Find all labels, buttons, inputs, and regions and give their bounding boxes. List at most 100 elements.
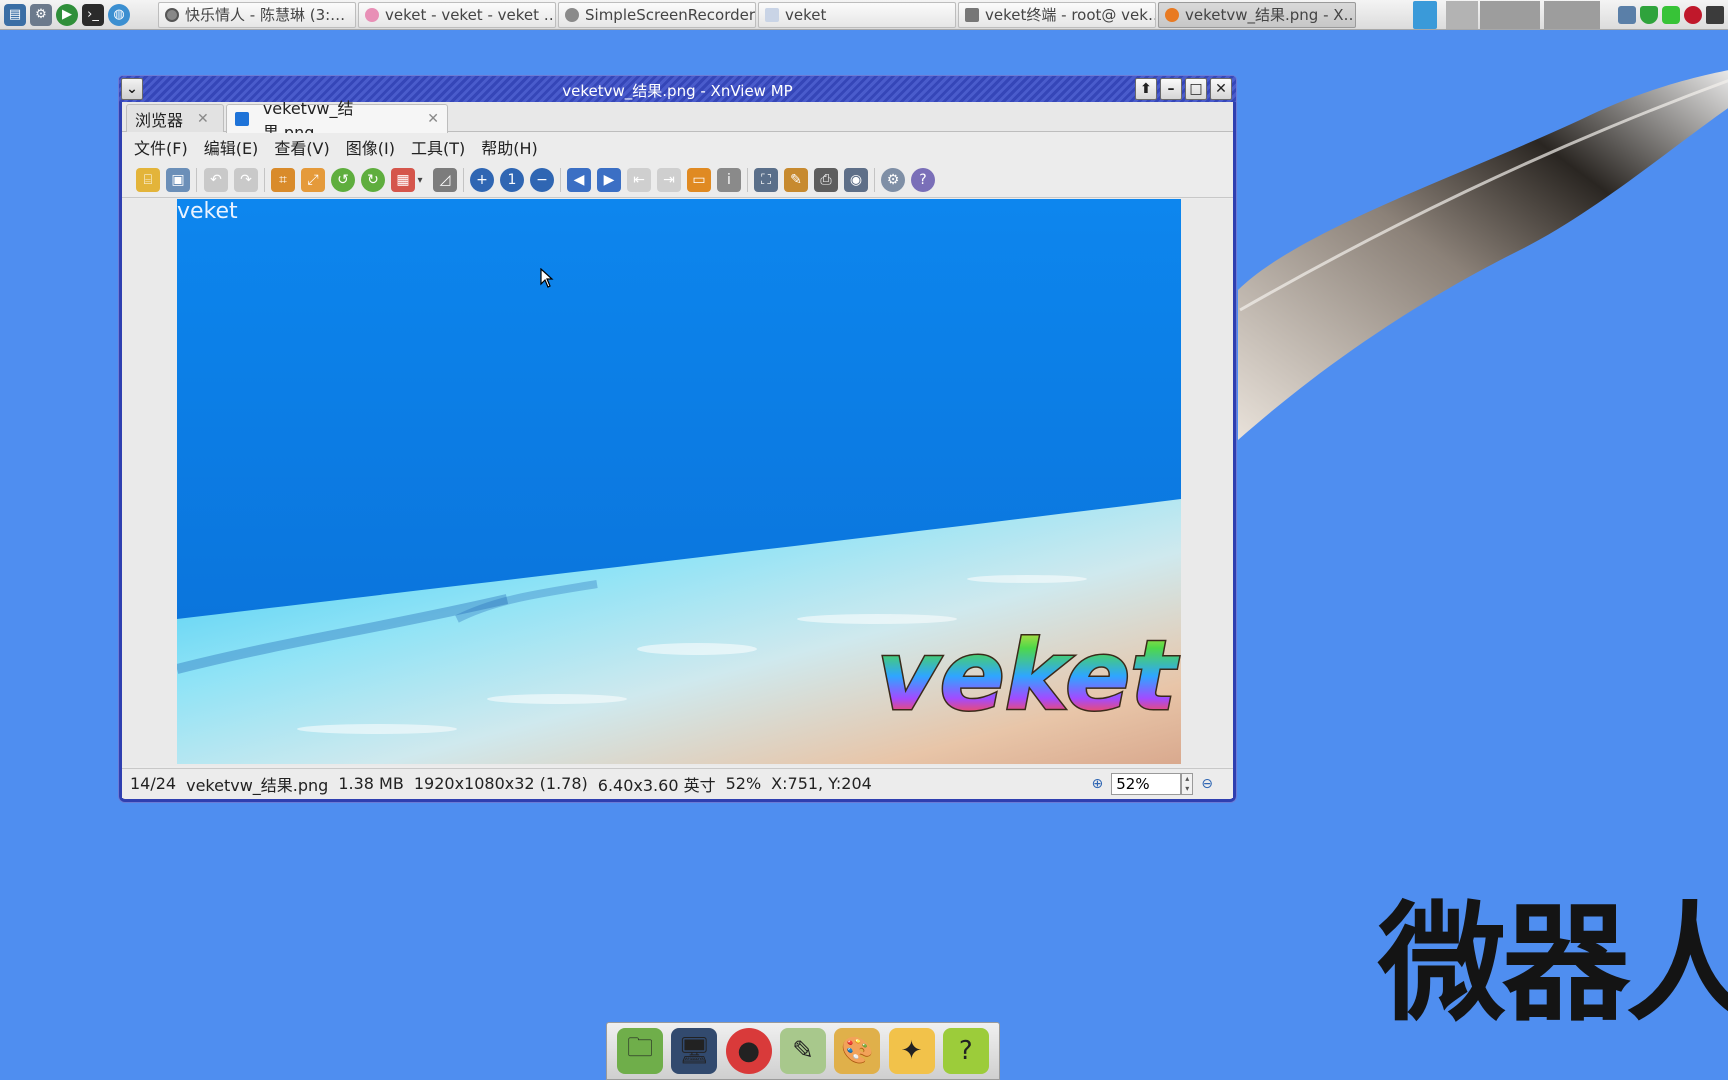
music-icon (165, 7, 179, 22)
zoom-in-icon[interactable]: + (470, 168, 494, 192)
toolbar: ⌸ ▣ ↶ ↷ ⌗ ⤢ ↺ ↻ ▦ ▾ ◿ + 1 − ◀ ▶ ⇤ ⇥ ▭ i … (122, 162, 1233, 198)
menu-image[interactable]: 图像(I) (346, 135, 395, 159)
pager-desktop-3[interactable] (1544, 1, 1600, 29)
adjust-colors-icon[interactable]: ▦ (391, 168, 415, 192)
globe-icon[interactable]: ◍ (108, 3, 130, 26)
xnview-window: ⌄ veketvw_结果.png - XnView MP ⬆ – □ ✕ 浏览器… (119, 76, 1236, 802)
rotate-left-icon[interactable]: ↺ (331, 168, 355, 192)
chevron-down-icon[interactable]: ▾ (415, 168, 425, 192)
veket-mascot-icon[interactable]: ✦ (888, 1028, 935, 1074)
undo-icon[interactable]: ↶ (204, 168, 228, 192)
crop-icon[interactable]: ⌗ (271, 168, 295, 192)
next-image-icon[interactable]: ▶ (597, 168, 621, 192)
feather-wallpaper (1238, 70, 1728, 440)
task-music[interactable]: 快乐情人 - 陈慧琳 (3:… (158, 1, 356, 28)
displayed-image[interactable]: veket veket (177, 199, 1181, 764)
monitor-icon[interactable]: 🖥 (671, 1028, 718, 1074)
last-image-icon[interactable]: ⇥ (657, 168, 681, 192)
quick-launch: ▤ ⚙ ▶ ›_ ◍ (0, 3, 158, 26)
zoom-out-small-icon[interactable]: ⊖ (1201, 776, 1213, 792)
toolbar-separator (560, 168, 561, 192)
save-icon[interactable]: ▣ (166, 168, 190, 192)
help-icon[interactable]: ? (911, 168, 935, 192)
task-terminal[interactable]: veket终端 - root@ vek… (958, 1, 1156, 28)
terminal-icon (965, 7, 979, 22)
zoom-input[interactable] (1111, 773, 1182, 795)
previous-image-icon[interactable]: ◀ (567, 168, 591, 192)
file-manager-icon[interactable]: 🗀 (617, 1028, 664, 1074)
task-label: veket - veket - veket … (385, 5, 556, 24)
battery-icon[interactable] (1662, 6, 1680, 24)
task-label: SimpleScreenRecorder (585, 5, 756, 24)
properties-icon[interactable]: i (717, 168, 741, 192)
minimize-button[interactable]: – (1160, 78, 1182, 100)
pager-desktop-1[interactable] (1446, 1, 1478, 29)
resize-icon[interactable]: ⤢ (301, 168, 325, 192)
shield-icon[interactable] (1640, 6, 1658, 24)
settings-gears-icon[interactable]: ⚙ (30, 3, 52, 26)
zoom-actual-icon[interactable]: 1 (500, 168, 524, 192)
close-tab-icon[interactable]: ✕ (197, 111, 209, 127)
rotate-right-icon[interactable]: ↻ (361, 168, 385, 192)
browser-icon (365, 7, 379, 22)
help-icon[interactable]: ? (942, 1028, 989, 1074)
task-label: 快乐情人 - 陈慧琳 (3:… (185, 6, 346, 24)
status-zoom: 52% (725, 774, 762, 793)
mascot-icon[interactable]: ● (725, 1028, 772, 1074)
mouse-pointer-icon (540, 268, 554, 288)
image-viewer[interactable]: veket veket (122, 199, 1233, 766)
record-icon[interactable] (1684, 6, 1702, 24)
terminal-icon[interactable]: ›_ (82, 3, 104, 26)
raise-window-button[interactable]: ⬆ (1135, 78, 1157, 100)
media-player-icon[interactable]: ▶ (56, 3, 78, 26)
print-icon[interactable]: ⎙ (814, 168, 838, 192)
task-xnview[interactable]: veketvw_结果.png - X… (1158, 1, 1356, 28)
image-position: 14/24 (130, 774, 177, 793)
first-image-icon[interactable]: ⇤ (627, 168, 651, 192)
system-monitor-icon[interactable]: ▤ (4, 3, 26, 26)
maximize-button[interactable]: □ (1185, 78, 1207, 100)
capture-icon[interactable]: ◉ (844, 168, 868, 192)
tab-browser[interactable]: 浏览器 ✕ (126, 104, 224, 132)
status-filesize: 1.38 MB (338, 774, 404, 793)
menu-file[interactable]: 文件(F) (134, 135, 188, 159)
task-browser[interactable]: veket - veket - veket … (358, 1, 556, 28)
slideshow-icon[interactable]: ▭ (687, 168, 711, 192)
network-icon[interactable] (1413, 1, 1437, 29)
notes-icon[interactable]: ✎ (779, 1028, 826, 1074)
toolbar-separator (747, 168, 748, 192)
toolbar-separator (264, 168, 265, 192)
pager-desktop-2[interactable] (1480, 1, 1540, 29)
menu-tools[interactable]: 工具(T) (411, 135, 465, 159)
fullscreen-icon[interactable]: ⛶ (754, 168, 778, 192)
edit-paint-icon[interactable]: ✎ (784, 168, 808, 192)
status-print-size: 6.40x3.60 英寸 (597, 775, 716, 795)
keyboard-icon[interactable] (1706, 6, 1724, 24)
zoom-spinner[interactable]: ▴ ▾ (1181, 773, 1194, 795)
task-label: veket终端 - root@ vek… (985, 6, 1156, 24)
browse-folder-icon[interactable]: ⌸ (136, 168, 160, 192)
task-label: veket (785, 5, 827, 24)
desktop-big-text: 微器人 (1378, 890, 1728, 1039)
display-icon[interactable] (1618, 6, 1636, 24)
toolbar-separator (874, 168, 875, 192)
menu-help[interactable]: 帮助(H) (481, 135, 538, 159)
veket-logo-text: veket (877, 620, 1179, 732)
menu-view[interactable]: 查看(V) (274, 135, 329, 159)
redo-icon[interactable]: ↷ (234, 168, 258, 192)
status-bar: 14/24 veketvw_结果.png 1.38 MB 1920x1080x3… (122, 768, 1233, 798)
recorder-icon (565, 7, 579, 22)
zoom-out-icon[interactable]: − (530, 168, 554, 192)
zoom-in-small-icon[interactable]: ⊕ (1092, 776, 1104, 792)
close-tab-icon[interactable]: ✕ (427, 111, 439, 127)
paint-icon[interactable]: 🎨 (834, 1028, 881, 1074)
task-recorder[interactable]: SimpleScreenRecorder (558, 1, 756, 28)
menu-edit[interactable]: 编辑(E) (204, 135, 259, 159)
image-watermark: veket (177, 199, 238, 224)
histogram-icon[interactable]: ◿ (433, 168, 457, 192)
tab-label: 浏览器 (135, 110, 184, 130)
settings-icon[interactable]: ⚙ (881, 168, 905, 192)
tab-image[interactable]: veketvw_结果.png ✕ (226, 99, 448, 142)
close-button[interactable]: ✕ (1210, 78, 1232, 100)
task-folder[interactable]: veket (758, 1, 956, 28)
